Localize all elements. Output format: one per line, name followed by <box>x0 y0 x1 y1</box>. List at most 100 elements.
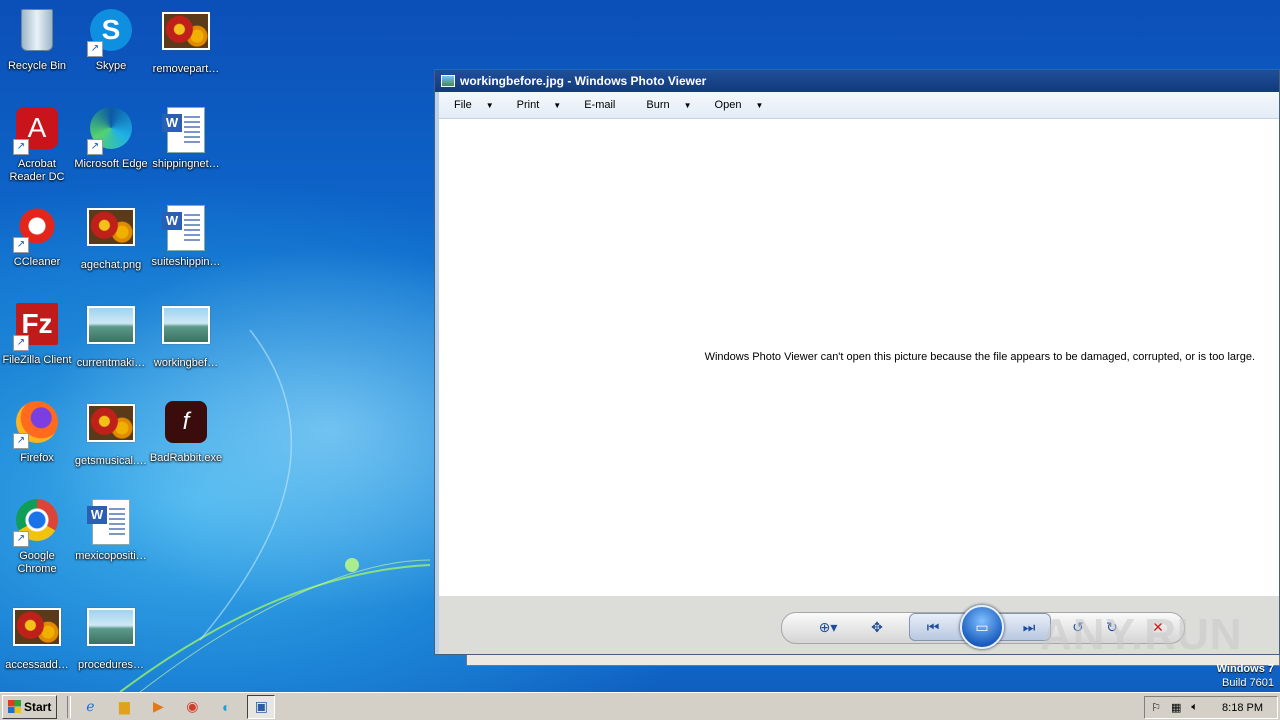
desktop-icon-removepart[interactable]: removepart… <box>149 5 223 76</box>
chevron-down-icon: ▼ <box>485 100 494 110</box>
icon-label: Skype <box>95 60 127 72</box>
chevron-down-icon: ▼ <box>553 100 562 110</box>
network-icon[interactable]: ▦ <box>1171 701 1181 714</box>
desktop-icon-skype[interactable]: S ↗ Skype <box>74 5 148 73</box>
desktop-icon-chrome[interactable]: ↗ Google Chrome <box>0 495 74 576</box>
icon-label: shippingnet… <box>152 158 220 170</box>
icon-label: accessadd… <box>5 659 69 671</box>
photo-viewer-window: workingbefore.jpg - Windows Photo Viewer… <box>434 69 1280 655</box>
edge-icon[interactable]: ◐ <box>213 696 239 718</box>
icon-label: agechat.png <box>80 259 142 271</box>
desktop-icon-edge[interactable]: ↗ Microsoft Edge <box>74 103 148 171</box>
shortcut-arrow-icon: ↗ <box>13 237 29 253</box>
desktop-icon-procedures[interactable]: procedures… <box>74 601 148 672</box>
os-name: Windows 7 <box>1216 663 1274 675</box>
slideshow-icon[interactable]: ▭ <box>960 605 1004 649</box>
next-icon[interactable]: ⏭ <box>1017 616 1041 638</box>
previous-icon[interactable]: ⏮ <box>921 616 945 638</box>
desktop-icon-suiteshippin[interactable]: W suiteshippin… <box>149 201 223 269</box>
desktop-icon-firefox[interactable]: ↗ Firefox <box>0 397 74 465</box>
icon-label: procedures… <box>77 659 145 671</box>
icon-label: mexicopositi… <box>75 550 147 562</box>
image-file-icon <box>13 608 61 646</box>
menu-bar: File ▼ Print ▼ E-mail Burn ▼ Open ▼ <box>439 92 1279 119</box>
icon-label: workingbef… <box>153 357 219 369</box>
icon-label: BadRabbit.exe <box>149 452 223 464</box>
recycle-bin-icon <box>21 9 53 51</box>
menu-file[interactable]: File ▼ <box>439 94 502 116</box>
title-bar[interactable]: workingbefore.jpg - Windows Photo Viewer <box>435 70 1279 92</box>
icon-label: Recycle Bin <box>7 60 67 72</box>
menu-label: Burn <box>646 99 670 111</box>
volume-icon[interactable]: 🔈︎ <box>1191 701 1198 714</box>
image-display-area: Windows Photo Viewer can't open this pic… <box>439 119 1279 596</box>
flash-installer-icon: f <box>165 401 207 443</box>
chrome-icon[interactable]: ◉ <box>179 696 205 718</box>
windows-logo-icon <box>8 700 21 713</box>
icon-label: suiteshippin… <box>151 256 221 268</box>
icon-label: Firefox <box>20 452 54 464</box>
image-file-icon <box>87 404 135 442</box>
shortcut-arrow-icon: ↗ <box>13 335 29 351</box>
photo-viewer-icon[interactable]: ▣ <box>247 694 276 719</box>
desktop-icon-acrobat[interactable]: A ↗ Acrobat Reader DC <box>0 103 74 184</box>
desktop-icon-recycle-bin[interactable]: Recycle Bin <box>0 5 74 73</box>
menu-open[interactable]: Open ▼ <box>700 94 772 116</box>
icon-label: Acrobat Reader DC <box>9 158 65 183</box>
media-player-icon[interactable]: ▶ <box>145 696 171 718</box>
shortcut-arrow-icon: ↗ <box>13 433 29 449</box>
os-version: Windows 7 Build 7601 <box>1217 662 1274 690</box>
chevron-down-icon: ▼ <box>755 100 764 110</box>
word-doc-icon: W <box>87 499 130 545</box>
desktop-icon-workingbef[interactable]: workingbef… <box>149 299 223 370</box>
watermark: ANY.RUN <box>1040 610 1243 659</box>
icon-label: CCleaner <box>13 256 61 268</box>
menu-print[interactable]: Print ▼ <box>502 94 570 116</box>
icon-label: Google Chrome <box>17 550 57 575</box>
ie-icon[interactable]: ℯ <box>77 696 103 718</box>
actual-size-icon[interactable]: ✥ <box>865 616 889 638</box>
zoom-icon[interactable]: ⊕▾ <box>811 616 845 638</box>
icon-label: FileZilla Client <box>2 354 72 366</box>
image-file-icon <box>87 208 135 246</box>
chevron-down-icon: ▼ <box>683 100 692 110</box>
start-button[interactable]: Start <box>2 694 58 719</box>
menu-label: Open <box>714 99 742 111</box>
os-build: Build 7601 <box>1222 677 1274 689</box>
landscape-file-icon <box>87 608 135 646</box>
menu-email[interactable]: E-mail <box>569 94 631 116</box>
landscape-file-icon <box>162 306 210 344</box>
menu-burn[interactable]: Burn ▼ <box>631 94 699 116</box>
explorer-icon[interactable]: ▆ <box>111 696 137 718</box>
menu-label: File <box>454 99 472 111</box>
word-doc-icon: W <box>162 205 205 251</box>
menu-label: E-mail <box>584 99 616 111</box>
landscape-file-icon <box>87 306 135 344</box>
desktop-icon-getsmusical[interactable]: getsmusical.… <box>74 397 148 468</box>
flag-icon[interactable]: ⚐ <box>1151 701 1161 714</box>
image-file-icon <box>162 12 210 50</box>
shortcut-arrow-icon: ↗ <box>13 139 29 155</box>
desktop-icon-currentmaki[interactable]: currentmaki… <box>74 299 148 370</box>
desktop-icon-mexicopositi[interactable]: W mexicopositi… <box>74 495 148 563</box>
desktop-icon-agechat[interactable]: agechat.png <box>74 201 148 272</box>
shortcut-arrow-icon: ↗ <box>13 531 29 547</box>
menu-label: Print <box>516 99 540 111</box>
system-tray: ⚐ ▦ 🔈︎ 8:18 PM <box>1144 696 1278 719</box>
word-doc-icon: W <box>162 107 205 153</box>
taskbar-separator <box>67 695 72 718</box>
desktop-icon-badrabbit[interactable]: f BadRabbit.exe <box>149 397 223 465</box>
icon-label: removepart… <box>152 63 220 75</box>
clock[interactable]: 8:18 PM <box>1222 702 1263 714</box>
desktop-icon-accessadd[interactable]: accessadd… <box>0 601 74 672</box>
desktop-icon-filezilla[interactable]: Fz ↗ FileZilla Client <box>0 299 74 367</box>
shortcut-arrow-icon: ↗ <box>87 139 103 155</box>
desktop-icon-shippingnet[interactable]: W shippingnet… <box>149 103 223 171</box>
shortcut-arrow-icon: ↗ <box>87 41 103 57</box>
icon-label: currentmaki… <box>76 357 146 369</box>
icon-label: getsmusical.… <box>74 455 148 467</box>
window-title: workingbefore.jpg - Windows Photo Viewer <box>460 74 707 88</box>
taskbar: Start ℯ ▆ ▶ ◉ ◐ ▣ ⚐ ▦ 🔈︎ 8:18 PM <box>0 692 1280 720</box>
photo-viewer-icon <box>441 75 455 87</box>
desktop-icon-ccleaner[interactable]: ↗ CCleaner <box>0 201 74 269</box>
